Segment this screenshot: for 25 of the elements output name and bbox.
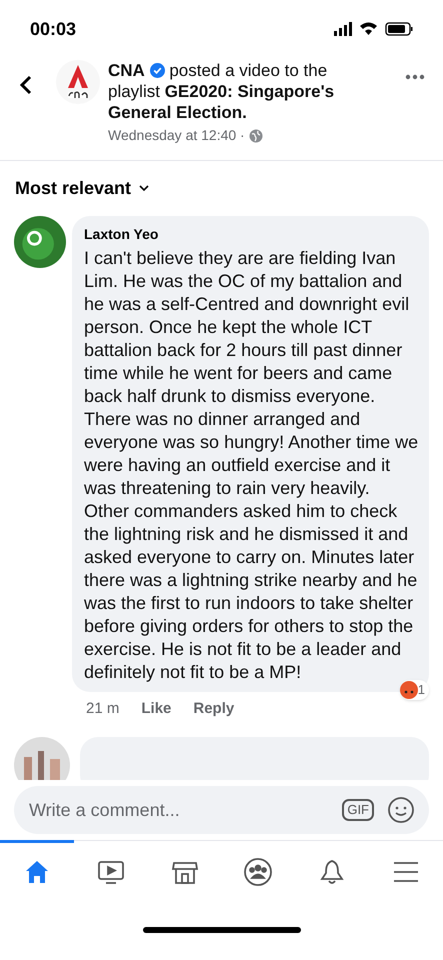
signal-icon — [334, 21, 352, 37]
post-time: Wednesday at 12:40 · — [108, 126, 245, 145]
post-header-text: CNA posted a video to the playlist GE2020: Singapore's General Election. — [108, 60, 336, 123]
comment-author[interactable]: Laxton Yeo — [84, 224, 419, 245]
back-icon[interactable] — [18, 74, 34, 96]
like-link[interactable]: Like — [141, 698, 172, 720]
wifi-icon — [360, 22, 377, 36]
groups-icon — [243, 856, 274, 886]
sort-dropdown[interactable]: Most relevant — [0, 161, 164, 210]
emoji-icon[interactable] — [388, 797, 414, 823]
gif-button[interactable]: GIF — [342, 799, 374, 821]
comment-age: 21 m — [86, 699, 120, 719]
status-time: 00:03 — [30, 18, 76, 40]
globe-icon — [248, 128, 263, 142]
reaction-count: 1 — [418, 681, 425, 699]
more-icon[interactable] — [405, 74, 425, 80]
comment-text: I can't believe they are are fielding Ivan Lim. He was the OC of my battalion and he was a self-Centred and downright evil person. Once he kept the whole ICT battalion back for 2 hours till past dinner time while he went for beers and came back half drunk to dismiss everyone. There was no dinner arranged and everyone was so hungry! Another time we were having an outfield exercise and it was threatening to rain very heavily. Other commanders asked him to check the lightning risk and he dismissed it and asked everyone to carry on. Minutes later there was a lightning strike nearby and he was the first to run indoors to take shelter before giving orders for others to stop the exercise. He is not fit to be a leader and definitely not fit to be a MP! — [84, 247, 419, 684]
battery-icon — [385, 22, 413, 36]
logo-icon[interactable] — [56, 60, 100, 104]
comment-field[interactable]: Write a comment... GIF — [14, 786, 429, 834]
comment-input[interactable]: Write a comment... — [29, 796, 342, 824]
avatar-icon[interactable] — [14, 216, 66, 268]
reply-link[interactable]: Reply — [193, 698, 234, 720]
angry-icon — [400, 680, 418, 699]
chevron-icon — [139, 185, 150, 192]
